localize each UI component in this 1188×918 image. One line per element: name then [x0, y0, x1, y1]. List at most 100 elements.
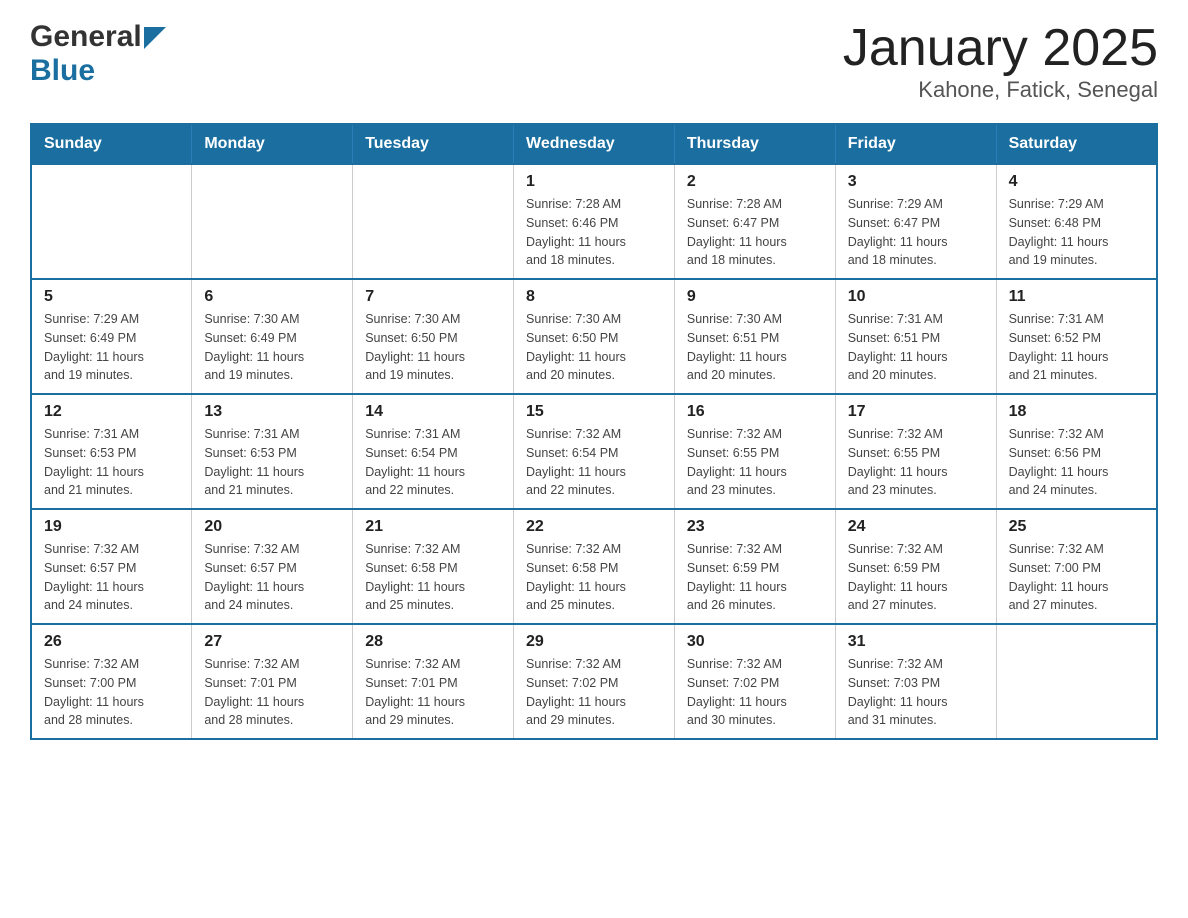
- day-number: 22: [526, 518, 662, 536]
- day-number: 6: [204, 288, 340, 306]
- day-number: 24: [848, 518, 984, 536]
- calendar-cell: 13 Sunrise: 7:31 AM Sunset: 6:53 PM Dayli…: [192, 394, 353, 509]
- day-number: 2: [687, 173, 823, 191]
- calendar-cell: [192, 164, 353, 279]
- day-info: Sunrise: 7:32 AM Sunset: 6:56 PM Dayligh…: [1009, 425, 1144, 500]
- page-header: General Blue January 2025 Kahone, Fatick…: [30, 20, 1158, 103]
- column-header-sunday: Sunday: [31, 124, 192, 164]
- day-info: Sunrise: 7:28 AM Sunset: 6:46 PM Dayligh…: [526, 195, 662, 270]
- calendar-cell: 10 Sunrise: 7:31 AM Sunset: 6:51 PM Dayli…: [835, 279, 996, 394]
- day-info: Sunrise: 7:28 AM Sunset: 6:47 PM Dayligh…: [687, 195, 823, 270]
- day-info: Sunrise: 7:32 AM Sunset: 7:00 PM Dayligh…: [1009, 540, 1144, 615]
- calendar-cell: 16Sunrise: 7:32 AM Sunset: 6:55 PM Dayli…: [674, 394, 835, 509]
- day-info: Sunrise: 7:29 AM Sunset: 6:49 PM Dayligh…: [44, 310, 179, 385]
- calendar-header-row: SundayMondayTuesdayWednesdayThursdayFrid…: [31, 124, 1157, 164]
- column-header-thursday: Thursday: [674, 124, 835, 164]
- calendar-cell: 27 Sunrise: 7:32 AM Sunset: 7:01 PM Dayli…: [192, 624, 353, 739]
- calendar-cell: [353, 164, 514, 279]
- day-info: Sunrise: 7:31 AM Sunset: 6:51 PM Dayligh…: [848, 310, 984, 385]
- day-info: Sunrise: 7:29 AM Sunset: 6:48 PM Dayligh…: [1009, 195, 1144, 270]
- day-number: 12: [44, 403, 179, 421]
- day-info: Sunrise: 7:30 AM Sunset: 6:50 PM Dayligh…: [365, 310, 501, 385]
- calendar-cell: 12Sunrise: 7:31 AM Sunset: 6:53 PM Dayli…: [31, 394, 192, 509]
- day-number: 25: [1009, 518, 1144, 536]
- calendar-cell: 15 Sunrise: 7:32 AM Sunset: 6:54 PM Dayli…: [514, 394, 675, 509]
- day-info: Sunrise: 7:32 AM Sunset: 7:01 PM Dayligh…: [204, 655, 340, 730]
- calendar-cell: 28 Sunrise: 7:32 AM Sunset: 7:01 PM Dayli…: [353, 624, 514, 739]
- logo-general-text: General: [30, 20, 142, 54]
- day-info: Sunrise: 7:32 AM Sunset: 6:55 PM Dayligh…: [848, 425, 984, 500]
- calendar-cell: 6Sunrise: 7:30 AM Sunset: 6:49 PM Daylig…: [192, 279, 353, 394]
- calendar-cell: 5 Sunrise: 7:29 AM Sunset: 6:49 PM Daylig…: [31, 279, 192, 394]
- day-info: Sunrise: 7:31 AM Sunset: 6:53 PM Dayligh…: [204, 425, 340, 500]
- day-number: 8: [526, 288, 662, 306]
- calendar-cell: 9 Sunrise: 7:30 AM Sunset: 6:51 PM Daylig…: [674, 279, 835, 394]
- day-number: 11: [1009, 288, 1144, 306]
- day-number: 16: [687, 403, 823, 421]
- day-number: 17: [848, 403, 984, 421]
- calendar-cell: 3Sunrise: 7:29 AM Sunset: 6:47 PM Daylig…: [835, 164, 996, 279]
- day-info: Sunrise: 7:32 AM Sunset: 6:57 PM Dayligh…: [204, 540, 340, 615]
- calendar-cell: [996, 624, 1157, 739]
- calendar-cell: 23 Sunrise: 7:32 AM Sunset: 6:59 PM Dayli…: [674, 509, 835, 624]
- day-info: Sunrise: 7:31 AM Sunset: 6:54 PM Dayligh…: [365, 425, 501, 500]
- calendar-title: January 2025: [843, 20, 1158, 77]
- day-number: 15: [526, 403, 662, 421]
- calendar-cell: 20Sunrise: 7:32 AM Sunset: 6:57 PM Dayli…: [192, 509, 353, 624]
- day-number: 26: [44, 633, 179, 651]
- column-header-saturday: Saturday: [996, 124, 1157, 164]
- day-info: Sunrise: 7:32 AM Sunset: 7:02 PM Dayligh…: [526, 655, 662, 730]
- day-info: Sunrise: 7:29 AM Sunset: 6:47 PM Dayligh…: [848, 195, 984, 270]
- logo: General Blue: [30, 20, 166, 88]
- calendar-cell: 21 Sunrise: 7:32 AM Sunset: 6:58 PM Dayli…: [353, 509, 514, 624]
- day-number: 23: [687, 518, 823, 536]
- column-header-friday: Friday: [835, 124, 996, 164]
- calendar-cell: 8Sunrise: 7:30 AM Sunset: 6:50 PM Daylig…: [514, 279, 675, 394]
- calendar-cell: 7Sunrise: 7:30 AM Sunset: 6:50 PM Daylig…: [353, 279, 514, 394]
- calendar-cell: 19Sunrise: 7:32 AM Sunset: 6:57 PM Dayli…: [31, 509, 192, 624]
- day-number: 31: [848, 633, 984, 651]
- calendar-cell: 4 Sunrise: 7:29 AM Sunset: 6:48 PM Daylig…: [996, 164, 1157, 279]
- day-number: 30: [687, 633, 823, 651]
- day-info: Sunrise: 7:31 AM Sunset: 6:52 PM Dayligh…: [1009, 310, 1144, 385]
- calendar-cell: 29 Sunrise: 7:32 AM Sunset: 7:02 PM Dayli…: [514, 624, 675, 739]
- calendar-cell: 1 Sunrise: 7:28 AM Sunset: 6:46 PM Daylig…: [514, 164, 675, 279]
- calendar-table: SundayMondayTuesdayWednesdayThursdayFrid…: [30, 123, 1158, 740]
- calendar-cell: 30 Sunrise: 7:32 AM Sunset: 7:02 PM Dayli…: [674, 624, 835, 739]
- day-number: 14: [365, 403, 501, 421]
- day-number: 28: [365, 633, 501, 651]
- day-info: Sunrise: 7:32 AM Sunset: 7:02 PM Dayligh…: [687, 655, 823, 730]
- day-number: 10: [848, 288, 984, 306]
- calendar-cell: 14 Sunrise: 7:31 AM Sunset: 6:54 PM Dayli…: [353, 394, 514, 509]
- calendar-cell: 2 Sunrise: 7:28 AM Sunset: 6:47 PM Daylig…: [674, 164, 835, 279]
- calendar-cell: 11 Sunrise: 7:31 AM Sunset: 6:52 PM Dayli…: [996, 279, 1157, 394]
- calendar-cell: 25 Sunrise: 7:32 AM Sunset: 7:00 PM Dayli…: [996, 509, 1157, 624]
- day-number: 29: [526, 633, 662, 651]
- day-info: Sunrise: 7:32 AM Sunset: 7:03 PM Dayligh…: [848, 655, 984, 730]
- day-info: Sunrise: 7:30 AM Sunset: 6:51 PM Dayligh…: [687, 310, 823, 385]
- day-info: Sunrise: 7:32 AM Sunset: 6:58 PM Dayligh…: [365, 540, 501, 615]
- logo-blue-text: Blue: [30, 54, 95, 88]
- day-info: Sunrise: 7:32 AM Sunset: 6:54 PM Dayligh…: [526, 425, 662, 500]
- day-number: 9: [687, 288, 823, 306]
- calendar-cell: 26 Sunrise: 7:32 AM Sunset: 7:00 PM Dayli…: [31, 624, 192, 739]
- column-header-monday: Monday: [192, 124, 353, 164]
- day-number: 27: [204, 633, 340, 651]
- day-number: 19: [44, 518, 179, 536]
- day-number: 18: [1009, 403, 1144, 421]
- calendar-cell: 18 Sunrise: 7:32 AM Sunset: 6:56 PM Dayli…: [996, 394, 1157, 509]
- day-info: Sunrise: 7:32 AM Sunset: 6:58 PM Dayligh…: [526, 540, 662, 615]
- calendar-week-row: 26 Sunrise: 7:32 AM Sunset: 7:00 PM Dayli…: [31, 624, 1157, 739]
- day-number: 5: [44, 288, 179, 306]
- calendar-week-row: 1 Sunrise: 7:28 AM Sunset: 6:46 PM Daylig…: [31, 164, 1157, 279]
- calendar-body: 1 Sunrise: 7:28 AM Sunset: 6:46 PM Daylig…: [31, 164, 1157, 739]
- day-number: 4: [1009, 173, 1144, 191]
- calendar-week-row: 12 Sunrise: 7:31 AM Sunset: 6:53 PM Dayli…: [31, 394, 1157, 509]
- day-info: Sunrise: 7:32 AM Sunset: 7:00 PM Dayligh…: [44, 655, 179, 730]
- day-number: 21: [365, 518, 501, 536]
- day-number: 13: [204, 403, 340, 421]
- day-info: Sunrise: 7:32 AM Sunset: 6:59 PM Dayligh…: [687, 540, 823, 615]
- day-info: Sunrise: 7:32 AM Sunset: 7:01 PM Dayligh…: [365, 655, 501, 730]
- day-number: 1: [526, 173, 662, 191]
- calendar-cell: 31 Sunrise: 7:32 AM Sunset: 7:03 PM Dayli…: [835, 624, 996, 739]
